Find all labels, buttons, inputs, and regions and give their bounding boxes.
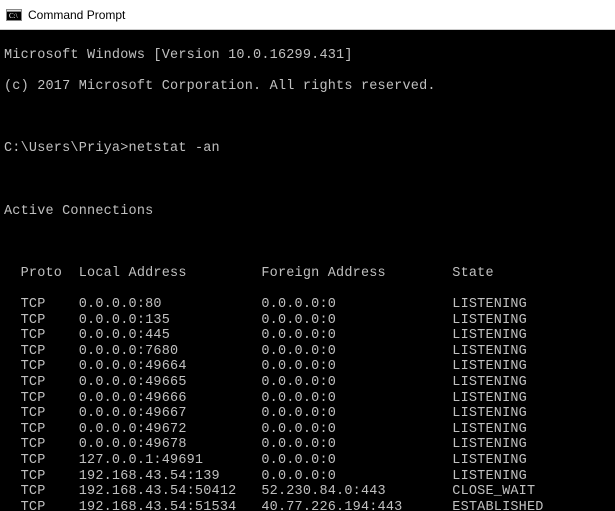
terminal-output[interactable]: Microsoft Windows [Version 10.0.16299.43… [0,30,615,511]
table-row: TCP 0.0.0.0:49678 0.0.0.0:0 LISTENING [4,437,611,453]
prompt-path: C:\Users\Priya> [4,141,129,156]
blank-line [4,235,611,251]
svg-text:C:\: C:\ [9,12,18,20]
banner-line: Microsoft Windows [Version 10.0.16299.43… [4,48,611,64]
table-row: TCP 0.0.0.0:7680 0.0.0.0:0 LISTENING [4,344,611,360]
table-row: TCP 0.0.0.0:49665 0.0.0.0:0 LISTENING [4,375,611,391]
window-title: Command Prompt [28,8,125,22]
table-row: TCP 0.0.0.0:49666 0.0.0.0:0 LISTENING [4,391,611,407]
table-row: TCP 0.0.0.0:80 0.0.0.0:0 LISTENING [4,297,611,313]
titlebar[interactable]: C:\ Command Prompt [0,0,615,30]
table-row: TCP 0.0.0.0:445 0.0.0.0:0 LISTENING [4,328,611,344]
table-header: Proto Local Address Foreign Address Stat… [4,266,611,282]
table-row: TCP 192.168.43.54:51534 40.77.226.194:44… [4,500,611,511]
blank-line [4,172,611,188]
table-row: TCP 0.0.0.0:49672 0.0.0.0:0 LISTENING [4,422,611,438]
prompt-line: C:\Users\Priya>netstat -an [4,141,611,157]
table-row: TCP 0.0.0.0:135 0.0.0.0:0 LISTENING [4,313,611,329]
table-row: TCP 0.0.0.0:49667 0.0.0.0:0 LISTENING [4,406,611,422]
blank-line [4,110,611,126]
cmd-icon: C:\ [6,7,22,23]
table-row: TCP 192.168.43.54:50412 52.230.84.0:443 … [4,484,611,500]
table-body: TCP 0.0.0.0:80 0.0.0.0:0 LISTENING TCP 0… [4,297,611,511]
section-title: Active Connections [4,204,611,220]
table-row: TCP 0.0.0.0:49664 0.0.0.0:0 LISTENING [4,359,611,375]
table-row: TCP 127.0.0.1:49691 0.0.0.0:0 LISTENING [4,453,611,469]
command-text: netstat -an [129,141,220,156]
table-row: TCP 192.168.43.54:139 0.0.0.0:0 LISTENIN… [4,469,611,485]
banner-line: (c) 2017 Microsoft Corporation. All righ… [4,79,611,95]
